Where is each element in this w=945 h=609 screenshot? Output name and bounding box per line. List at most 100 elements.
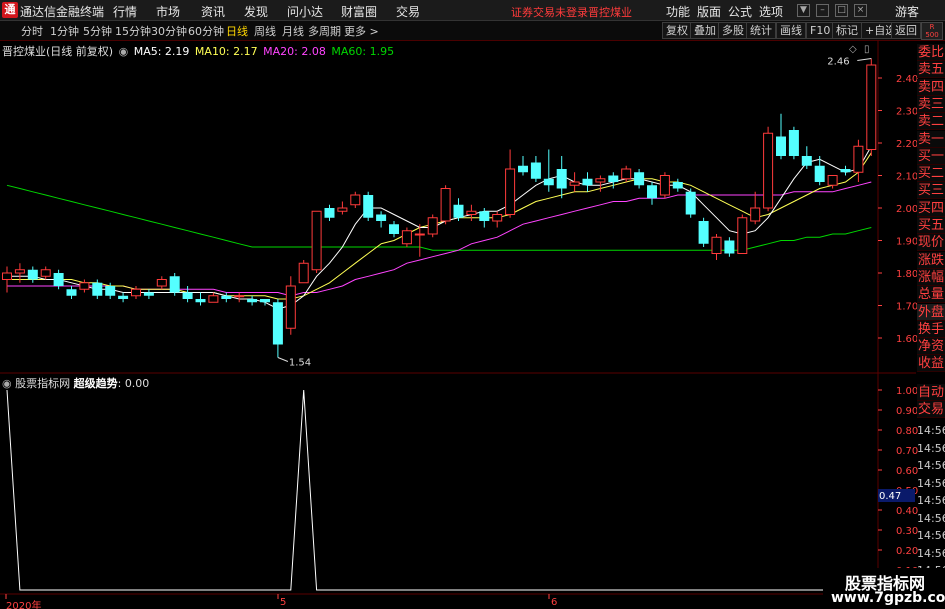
candle-body-up [156, 279, 167, 287]
menu-wealth-circle[interactable]: 财富圈 [341, 3, 377, 20]
low-annotation-line [277, 357, 289, 362]
candle-body-up [40, 269, 51, 277]
tab-multi-period[interactable]: 多周期 [308, 23, 341, 39]
indicator-tick-label: 0.60 [896, 466, 918, 477]
price-tick-label: 1.60 [896, 334, 918, 345]
date-label-may: 5 [280, 597, 287, 608]
candle-body-up [234, 295, 245, 298]
quote-panel-item[interactable]: 总量 [917, 286, 945, 304]
tab-monthly[interactable]: 月线 [282, 23, 304, 39]
close-icon[interactable]: × [854, 4, 867, 17]
auto-trade-item[interactable]: 自动 [917, 384, 945, 401]
level2-badge[interactable]: R 500 [921, 22, 943, 40]
menu-layout[interactable]: 版面 [697, 3, 721, 20]
mark-button[interactable]: 标记 [832, 22, 862, 39]
quote-panel-item[interactable]: 卖五 [917, 61, 945, 79]
quote-panel-item[interactable]: 卖四 [917, 78, 945, 96]
indicator-tick-label: 0.50 [896, 486, 918, 497]
quote-panel-item[interactable]: 卖二 [917, 113, 945, 131]
high-annotation-label: 2.46 [827, 57, 849, 68]
candle-body-up [621, 168, 632, 180]
candle-body-down [543, 178, 554, 186]
tab-intraday[interactable]: 分时 [21, 23, 43, 39]
stock-title[interactable]: 晋控煤业(日线 前复权) [2, 45, 113, 58]
candle-body-down [608, 175, 619, 182]
quote-panel-item[interactable]: 卖一 [917, 130, 945, 148]
candle-body-down [363, 195, 374, 218]
quote-panel-item[interactable]: 买一 [917, 147, 945, 165]
quote-panel-item[interactable]: 净资 [917, 338, 945, 356]
indicator-tick-label: 0.70 [896, 446, 918, 457]
quote-panel-item[interactable]: 现价 [917, 234, 945, 252]
quote-panel-item[interactable]: 涨幅 [917, 268, 945, 286]
ma60-line [6, 184, 872, 251]
statistics-button[interactable]: 统计 [746, 22, 776, 39]
login-status[interactable]: 证券交易未登录 [511, 4, 588, 20]
menu-trade[interactable]: 交易 [396, 3, 420, 20]
adjust-button[interactable]: 复权 [662, 22, 692, 39]
back-button[interactable]: 返回 [891, 22, 921, 39]
candle-body-up [14, 269, 25, 274]
maximize-icon[interactable]: □ [835, 4, 848, 17]
tab-1min[interactable]: 1分钟 [50, 23, 79, 39]
candle-body-up [285, 285, 296, 329]
candle-body-up [505, 168, 516, 215]
menu-quotes[interactable]: 行情 [113, 3, 137, 20]
candle-body-up [79, 282, 90, 290]
candle-body-up [750, 207, 761, 222]
panel-toggle-icon: ▯ [864, 44, 870, 55]
overlay-button[interactable]: 叠加 [690, 22, 720, 39]
tab-15min[interactable]: 15分钟 [115, 23, 151, 39]
candle-body-down [376, 214, 387, 221]
quote-panel-item[interactable]: 委比 [917, 44, 945, 61]
current-stock-name: 晋控煤业 [588, 6, 632, 19]
candle-body-down [143, 292, 154, 296]
indicator-settings-icon[interactable]: ◉ [2, 377, 12, 390]
quote-panel-item[interactable]: 买二 [917, 165, 945, 183]
tab-30min[interactable]: 30分钟 [151, 23, 187, 39]
menu-formula[interactable]: 公式 [728, 3, 752, 20]
quote-panel-item[interactable]: 外盘 [917, 303, 945, 321]
quote-panel-item[interactable]: 买四 [917, 199, 945, 217]
menu-discover[interactable]: 发现 [244, 3, 268, 20]
candle-body-up [466, 210, 477, 215]
auto-trade-item[interactable]: 交易 [917, 401, 945, 418]
date-label-june: 6 [551, 597, 558, 608]
minimize-icon[interactable]: – [816, 4, 829, 17]
user-guest[interactable]: 游客 [895, 3, 919, 20]
settings-icon[interactable]: ◉ [119, 45, 129, 58]
candle-body-up [131, 288, 141, 297]
tab-60min[interactable]: 60分钟 [188, 23, 224, 39]
f10-button[interactable]: F10 [806, 22, 835, 39]
tab-daily[interactable]: 日线 [226, 23, 248, 39]
menu-function[interactable]: 功能 [666, 3, 690, 20]
multi-stock-button[interactable]: 多股 [718, 22, 748, 39]
kline-chart[interactable]: 2.40 2.30 2.20 2.10 2.00 1.90 1.80 1.70 1.60 1.00… [0, 0, 945, 609]
quote-panel-item[interactable]: 买五 [917, 217, 945, 234]
quote-panel-item[interactable]: 涨跌 [917, 251, 945, 269]
menu-options[interactable]: 选项 [759, 3, 783, 20]
quote-panel-item[interactable]: 收益 [917, 355, 945, 373]
dropdown-icon[interactable]: ▼ [797, 4, 810, 17]
candle-body-down [105, 286, 116, 296]
ma5-label: MA5: 2.19 [133, 45, 190, 58]
tab-5min[interactable]: 5分钟 [83, 23, 112, 39]
candle-body-down [724, 240, 735, 254]
candle-body-down [453, 204, 464, 218]
draw-line-button[interactable]: 画线 [776, 22, 806, 39]
quote-panel-item[interactable]: 卖三 [917, 95, 945, 113]
tab-weekly[interactable]: 周线 [254, 23, 276, 39]
tab-more[interactable]: 更多 > [344, 23, 379, 39]
menu-news[interactable]: 资讯 [201, 3, 225, 20]
indicator-value: 0.00 [124, 377, 150, 390]
menu-market[interactable]: 市场 [156, 3, 180, 20]
quote-panel-item[interactable]: 换手 [917, 320, 945, 338]
title-bar: 通 通达信金融终端 行情 市场 资讯 发现 问小达 财富圈 交易 证券交易未登录… [0, 0, 945, 21]
menu-ask-xiaoda[interactable]: 问小达 [287, 3, 323, 20]
indicator-source[interactable]: 股票指标网 [15, 377, 70, 390]
quote-panel-item[interactable]: 买三 [917, 182, 945, 200]
high-annotation-line [857, 58, 872, 61]
candle-body-up [569, 181, 580, 186]
watermark: 股票指标网 www.7gpzb.com [823, 568, 945, 609]
candle-body-up [737, 217, 748, 254]
